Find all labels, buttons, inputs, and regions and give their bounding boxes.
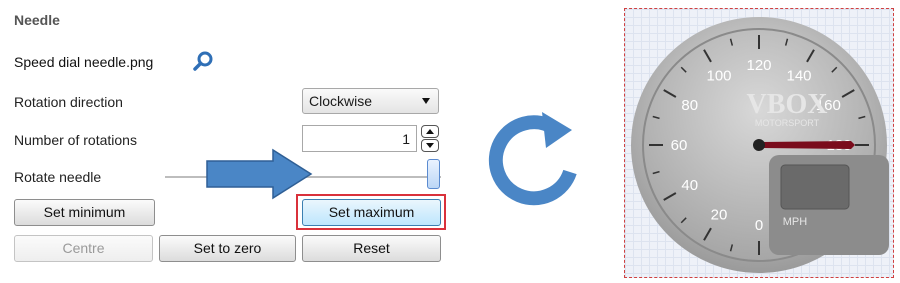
gauge-preview: 020406080100120140160180 VBOX MOTORSPORT… (624, 8, 894, 278)
rotate-needle-slider-thumb[interactable] (427, 159, 440, 189)
gauge-tick-label: 60 (671, 137, 688, 154)
rotate-clockwise-icon (484, 110, 584, 215)
gauge-brand: VBOX (747, 89, 828, 120)
gauge-needle (759, 141, 855, 149)
rotate-needle-label: Rotate needle (14, 169, 102, 185)
gauge-tick-label: 120 (746, 57, 771, 74)
chevron-down-icon[interactable] (421, 139, 439, 152)
gauge-tick-label: 80 (681, 97, 698, 114)
needle-image-filename: Speed dial needle.png (14, 54, 154, 70)
set-minimum-button[interactable]: Set minimum (14, 199, 155, 226)
rotation-direction-value: Clockwise (309, 93, 373, 109)
gauge-tick-label: 40 (681, 177, 698, 194)
gauge-hub (753, 139, 765, 151)
gauge-unit: MPH (783, 216, 808, 228)
set-maximum-highlight (296, 194, 446, 230)
number-of-rotations-stepper: 1 (302, 125, 439, 152)
gauge-tick-label: 140 (786, 68, 811, 85)
gauge-tick-label: 20 (711, 206, 728, 223)
set-to-zero-button[interactable]: Set to zero (159, 235, 296, 262)
number-of-rotations-value: 1 (402, 131, 410, 147)
gauge-brand-sub: MOTORSPORT (755, 118, 820, 128)
rotation-direction-dropdown[interactable]: Clockwise (302, 88, 439, 114)
gauge-display-screen (780, 164, 850, 210)
dropdown-caret-icon (422, 98, 430, 104)
gauge-tick-label: 100 (706, 68, 731, 85)
chevron-up-icon[interactable] (421, 125, 439, 138)
number-of-rotations-label: Number of rotations (14, 132, 137, 148)
reset-button[interactable]: Reset (302, 235, 441, 262)
gauge-tick-label: 0 (755, 217, 763, 234)
number-of-rotations-input[interactable]: 1 (302, 125, 417, 152)
rotation-direction-label: Rotation direction (14, 94, 123, 110)
search-icon[interactable] (192, 50, 216, 74)
section-title: Needle (14, 12, 60, 28)
centre-button: Centre (14, 235, 153, 262)
